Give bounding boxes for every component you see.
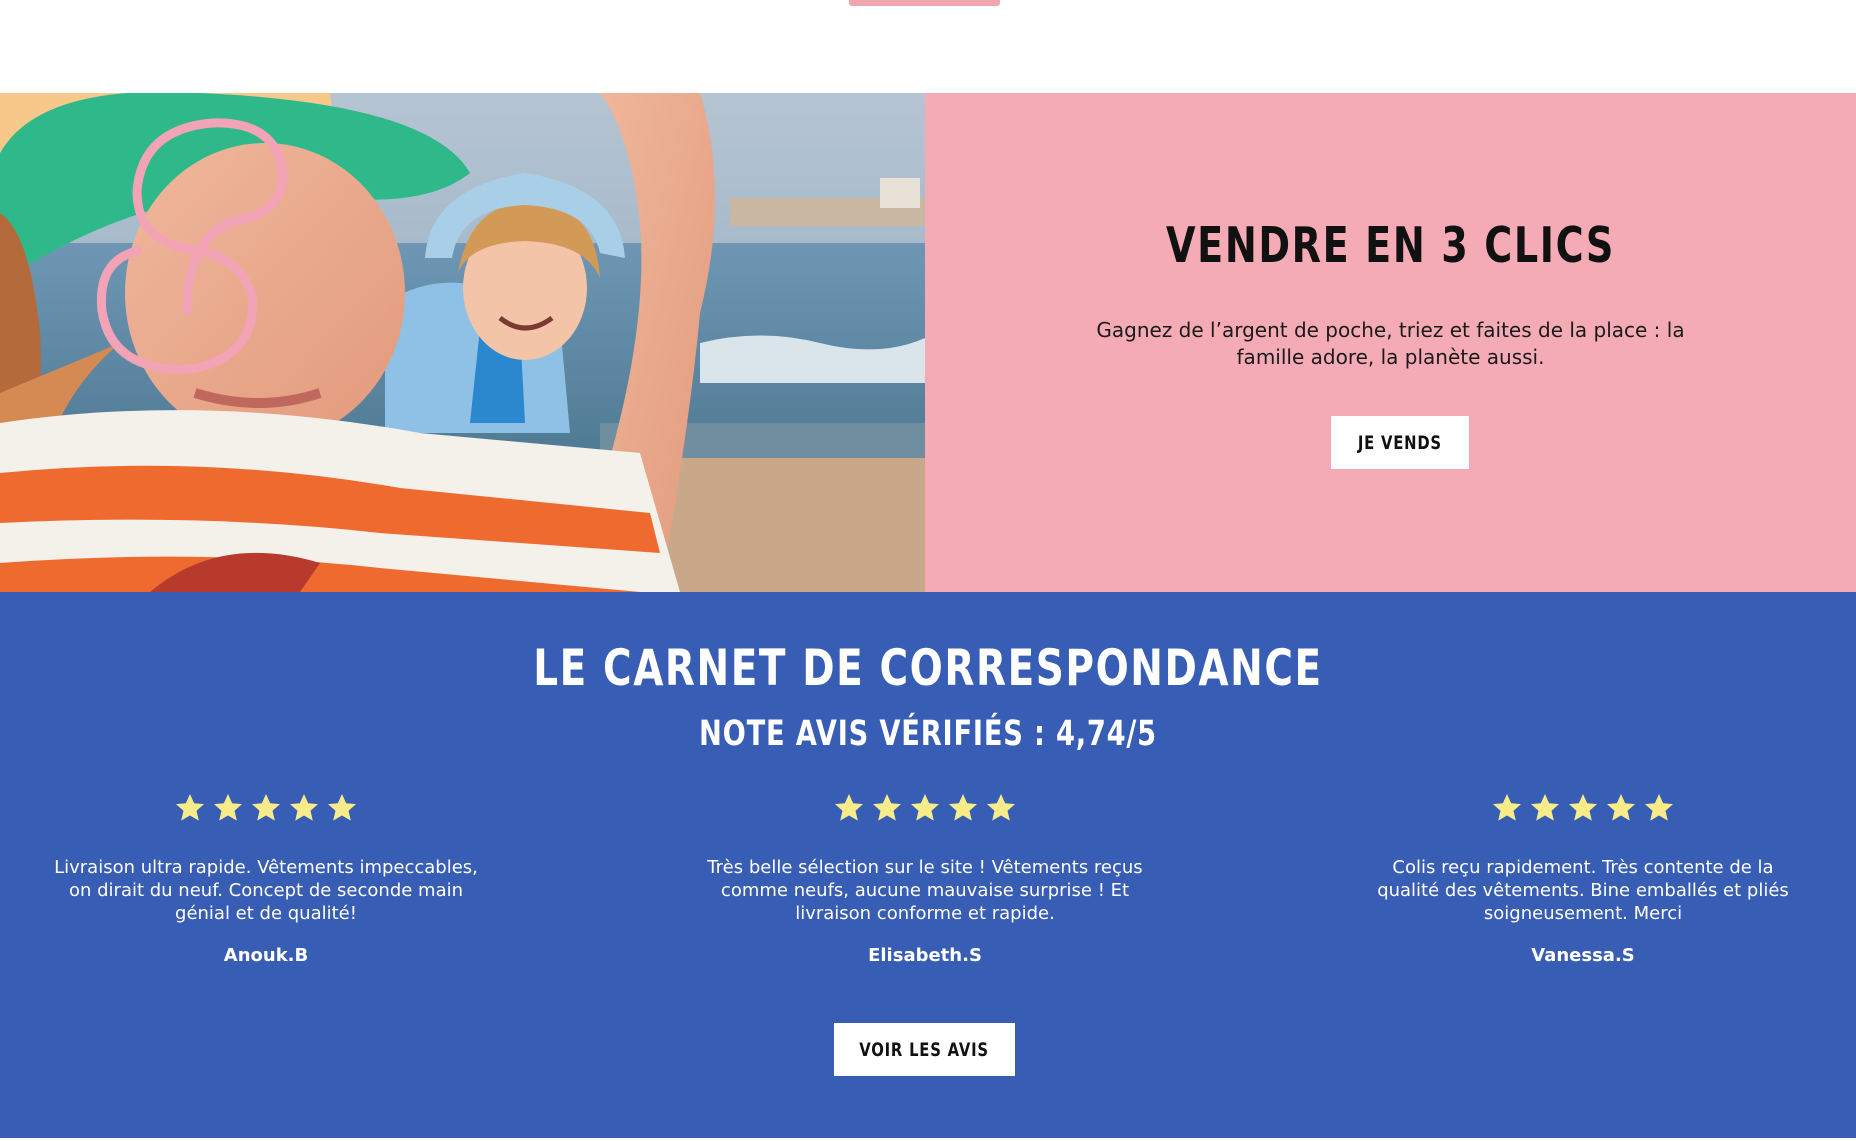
sell-title: VENDRE EN 3 CLICS bbox=[1166, 217, 1615, 274]
star-icon bbox=[1493, 794, 1521, 821]
review-author: Elisabeth.S bbox=[868, 945, 982, 966]
star-rating bbox=[1363, 788, 1803, 828]
star-icon bbox=[835, 794, 863, 821]
swirl-logo-icon bbox=[96, 118, 287, 374]
star-icon bbox=[328, 794, 356, 821]
review-text: Colis reçu rapidement. Très contente de … bbox=[1377, 857, 1789, 924]
review-text: Livraison ultra rapide. Vêtements impecc… bbox=[54, 857, 478, 924]
sell-panel: VENDRE EN 3 CLICS Gagnez de l’argent de … bbox=[925, 93, 1856, 592]
star-icon bbox=[1607, 794, 1635, 821]
reviews-title: LE CARNET DE CORRESPONDANCE bbox=[533, 639, 1323, 697]
review-card: Très belle sélection sur le site ! Vêtem… bbox=[705, 788, 1145, 966]
star-icon bbox=[214, 794, 242, 821]
star-icon bbox=[949, 794, 977, 821]
see-reviews-button-label: VOIR LES AVIS bbox=[859, 1038, 990, 1061]
star-icon bbox=[987, 794, 1015, 821]
review-text: Très belle sélection sur le site ! Vêtem… bbox=[707, 857, 1143, 924]
review-author: Vanessa.S bbox=[1531, 945, 1635, 966]
review-author: Anouk.B bbox=[223, 945, 309, 966]
reviews-section: LE CARNET DE CORRESPONDANCE NOTE AVIS VÉ… bbox=[0, 592, 1856, 1138]
star-icon bbox=[911, 794, 939, 821]
star-icon bbox=[1531, 794, 1559, 821]
star-rating bbox=[705, 788, 1145, 828]
star-icon bbox=[873, 794, 901, 821]
star-rating bbox=[46, 788, 486, 828]
sell-hero-section: VENDRE EN 3 CLICS Gagnez de l’argent de … bbox=[0, 93, 1856, 592]
sell-description: Gagnez de l’argent de poche, triez et fa… bbox=[1096, 318, 1685, 369]
star-icon bbox=[1569, 794, 1597, 821]
sell-button-label: JE VENDS bbox=[1357, 431, 1443, 454]
top-accent-bar bbox=[849, 0, 1000, 6]
reviews-rating-summary: NOTE AVIS VÉRIFIÉS : 4,74/5 bbox=[699, 714, 1157, 754]
star-icon bbox=[290, 794, 318, 821]
review-card: Colis reçu rapidement. Très contente de … bbox=[1363, 788, 1803, 966]
star-icon bbox=[1645, 794, 1673, 821]
top-bar bbox=[0, 0, 1856, 93]
star-icon bbox=[176, 794, 204, 821]
sell-button[interactable]: JE VENDS bbox=[1331, 416, 1469, 469]
star-icon bbox=[252, 794, 280, 821]
see-reviews-button[interactable]: VOIR LES AVIS bbox=[834, 1023, 1015, 1076]
review-card: Livraison ultra rapide. Vêtements impecc… bbox=[46, 788, 486, 966]
hero-photo bbox=[0, 93, 925, 592]
